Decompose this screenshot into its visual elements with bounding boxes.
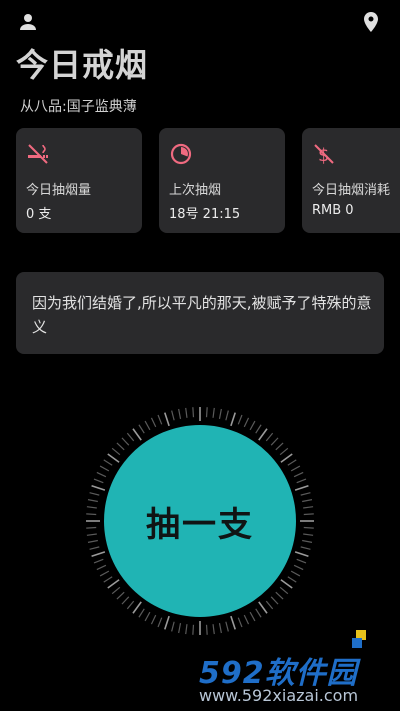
no-money-icon: $	[312, 142, 336, 166]
stat-label: 今日抽烟消耗	[312, 183, 391, 198]
app-screen: 今日戒烟 从八品:国子监典薄 今日抽烟量 0 支 上次抽烟 18号 21:15	[0, 0, 400, 711]
stat-card-today-count: 今日抽烟量 0 支	[16, 128, 142, 233]
quote-text: 因为我们结婚了,所以平凡的那天,被赋予了特殊的意义	[32, 294, 372, 336]
svg-text:$: $	[318, 145, 329, 166]
stat-card-today-cost: $ 今日抽烟消耗 RMB 0	[302, 128, 400, 233]
stat-value: 18号 21:15	[169, 207, 241, 222]
no-smoking-icon	[26, 142, 50, 166]
page-title: 今日戒烟	[16, 46, 149, 84]
stat-card-last-smoke: 上次抽烟 18号 21:15	[159, 128, 285, 233]
quote-card: 因为我们结婚了,所以平凡的那天,被赋予了特殊的意义	[16, 272, 384, 354]
smoke-dial: 抽一支	[84, 405, 316, 637]
watermark-url: www.592xiazai.com	[199, 686, 359, 705]
stat-value: RMB 0	[312, 203, 354, 218]
user-icon[interactable]	[16, 10, 40, 34]
stat-label: 今日抽烟量	[26, 183, 92, 198]
stat-label: 上次抽烟	[169, 183, 222, 198]
watermark: 592软件园 www.592xiazai.com	[195, 626, 400, 711]
smoke-one-button[interactable]: 抽一支	[104, 425, 296, 617]
watermark-cube-icon	[352, 630, 366, 648]
stat-value: 0 支	[26, 207, 52, 222]
timer-icon	[169, 142, 193, 166]
location-pin-icon[interactable]	[359, 10, 383, 34]
rank-subtitle: 从八品:国子监典薄	[20, 99, 137, 115]
